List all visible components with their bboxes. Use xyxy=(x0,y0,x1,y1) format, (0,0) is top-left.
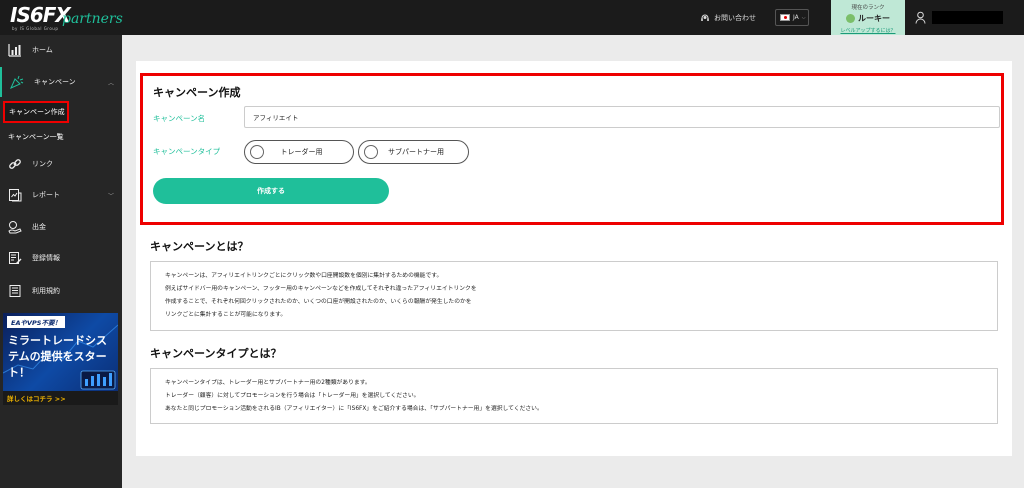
page-title: キャンペーン作成 xyxy=(153,86,241,99)
banner-tag: EAやVPS不要！ xyxy=(7,316,65,328)
withdraw-icon xyxy=(8,221,22,234)
headset-icon xyxy=(701,14,709,21)
sidebar-item-label: 登録情報 xyxy=(32,254,60,262)
sidebar-item-label: レポート xyxy=(32,191,60,199)
about-line: キャンペーンは、アフィリエイトリンクごとにクリック数や口座開設数を個別に集計する… xyxy=(165,273,443,279)
about-type-box: キャンペーンタイプは、トレーダー用とサブパートナー用の2種類があります。 トレー… xyxy=(150,368,998,424)
language-selector[interactable]: JA ⌵ xyxy=(775,9,809,26)
mirror-trade-banner[interactable]: EAやVPS不要！ ミラートレードシステムの提供をスタート！ 詳しくはコチラ >… xyxy=(3,313,118,405)
sidebar-item-label: ホーム xyxy=(32,46,53,54)
chevron-down-icon: ﹀ xyxy=(107,193,114,200)
sidebar-subitem-campaign-list[interactable]: キャンペーン一覧 xyxy=(0,127,122,147)
type-line: トレーダー（顧客）に対してプロモーションを行う場合は「トレーダー用」を選択してく… xyxy=(165,393,420,399)
sidebar-subitem-label: キャンペーン作成 xyxy=(9,108,65,116)
user-name-redacted xyxy=(932,11,1003,24)
banner-cta[interactable]: 詳しくはコチラ >> xyxy=(3,391,118,405)
sidebar-item-terms[interactable]: 利用規約 xyxy=(0,276,122,306)
sidebar-item-label: 出金 xyxy=(32,223,46,231)
sidebar-item-profile[interactable]: 登録情報 xyxy=(0,243,122,273)
user-icon xyxy=(915,11,926,24)
report-icon xyxy=(9,189,22,202)
contact-label: お問い合わせ xyxy=(714,14,756,22)
about-line: 作成することで、それぞれ何回クリックされたのか、いくつの口座が開設されたのか、い… xyxy=(165,299,472,305)
party-popper-icon xyxy=(10,75,24,89)
user-menu[interactable] xyxy=(915,9,1003,26)
language-code: JA xyxy=(793,14,799,21)
sidebar: ホーム キャンペーン ︿ キャンペーン作成 キャンペーン一覧 リンク レポート … xyxy=(0,35,122,488)
terms-icon xyxy=(9,285,21,297)
rank-panel: 現在のランク ルーキー レベルアップするには？ xyxy=(831,0,905,35)
about-line: リンクごとに集計することが可能になります。 xyxy=(165,312,287,318)
main-content: キャンペーン作成 キャンペーン名 アフィリエイト キャンペーンタイプ トレーダー… xyxy=(136,61,1012,456)
sidebar-subitem-campaign-create[interactable]: キャンペーン作成 xyxy=(3,101,69,123)
logo[interactable]: IS6FX partners by IS Global Group xyxy=(10,3,130,31)
sidebar-item-home[interactable]: ホーム xyxy=(0,35,122,65)
logo-script: partners xyxy=(62,11,123,27)
type-line: キャンペーンタイプは、トレーダー用とサブパートナー用の2種類があります。 xyxy=(165,380,371,386)
sidebar-subitem-label: キャンペーン一覧 xyxy=(8,133,64,141)
contact-link[interactable]: お問い合わせ xyxy=(700,11,756,25)
campaign-create-form: キャンペーン作成 キャンペーン名 アフィリエイト キャンペーンタイプ トレーダー… xyxy=(140,73,1004,225)
about-line: 例えばサイドバー用のキャンペーン、フッター用のキャンペーンなどを作成してそれぞれ… xyxy=(165,286,477,292)
banner-headline: ミラートレードシステムの提供をスタート！ xyxy=(8,334,107,379)
sidebar-item-withdraw[interactable]: 出金 xyxy=(0,212,122,242)
rank-name-row: ルーキー xyxy=(831,13,905,24)
logo-tagline: by IS Global Group xyxy=(12,26,59,31)
type-line: あなたと同じプロモーション活動をされるIB（アフィリエイター）に「IS6FX」を… xyxy=(165,406,543,412)
logo-wordmark: IS6FX xyxy=(10,3,71,27)
chevron-down-icon: ⌵ xyxy=(801,14,806,21)
sidebar-item-campaign[interactable]: キャンペーン ︿ xyxy=(0,67,122,97)
create-campaign-button[interactable]: 作成する xyxy=(153,178,389,204)
about-campaign-title: キャンペーンとは？ xyxy=(150,240,249,253)
bar-chart-icon xyxy=(8,44,21,57)
sidebar-item-label: 利用規約 xyxy=(32,287,60,295)
level-up-link[interactable]: レベルアップするには？ xyxy=(831,27,905,34)
chevron-up-icon: ︿ xyxy=(107,80,114,87)
sidebar-item-link[interactable]: リンク xyxy=(0,149,122,179)
radio-circle-icon xyxy=(250,145,264,159)
campaign-type-subpartner-radio[interactable]: サブパートナー用 xyxy=(358,140,469,164)
about-type-title: キャンペーンタイプとは？ xyxy=(150,347,282,360)
sidebar-item-label: リンク xyxy=(32,160,53,168)
radio-label: トレーダー用 xyxy=(280,148,323,156)
rank-name: ルーキー xyxy=(858,14,890,23)
about-campaign-box: キャンペーンは、アフィリエイトリンクごとにクリック数や口座開設数を個別に集計する… xyxy=(150,261,998,331)
top-bar: IS6FX partners by IS Global Group お問い合わせ… xyxy=(0,0,1024,35)
campaign-name-input[interactable]: アフィリエイト xyxy=(244,106,1000,128)
campaign-name-value: アフィリエイト xyxy=(253,114,299,122)
campaign-name-label: キャンペーン名 xyxy=(153,114,206,123)
rank-label: 現在のランク xyxy=(851,5,885,11)
campaign-type-label: キャンペーンタイプ xyxy=(153,147,221,156)
campaign-type-trader-radio[interactable]: トレーダー用 xyxy=(244,140,354,164)
rank-badge-icon xyxy=(846,14,855,23)
radio-label: サブパートナー用 xyxy=(388,148,444,156)
sidebar-item-report[interactable]: レポート ﹀ xyxy=(0,180,122,210)
link-icon xyxy=(9,159,21,169)
sidebar-item-label: キャンペーン xyxy=(34,78,76,86)
japan-flag-icon xyxy=(780,14,790,21)
radio-circle-icon xyxy=(364,145,378,159)
profile-edit-icon xyxy=(9,252,22,264)
